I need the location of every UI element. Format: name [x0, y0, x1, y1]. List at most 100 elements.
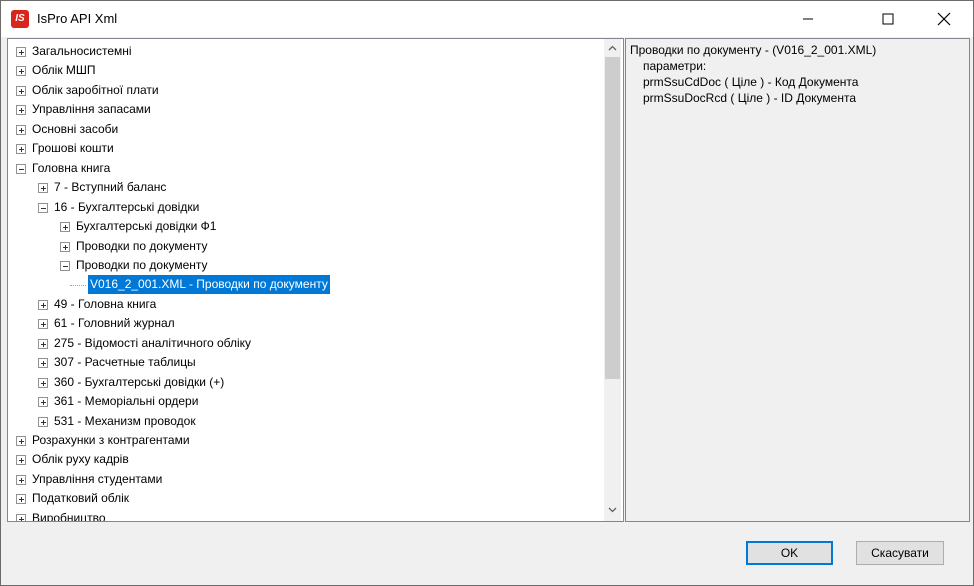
tree-item[interactable]: Проводки по документу	[8, 256, 604, 275]
tree-item-label[interactable]: Управління запасами	[30, 100, 153, 119]
description-params-label: параметри:	[643, 59, 707, 73]
expand-icon[interactable]	[16, 144, 26, 155]
tree-item-label[interactable]: 7 - Вступний баланс	[52, 178, 168, 197]
tree-item-label[interactable]: Бухгалтерські довідки Ф1	[74, 217, 218, 236]
expand-icon[interactable]	[16, 47, 26, 57]
tree-item-label[interactable]: 361 - Меморіальні ордери	[52, 392, 200, 411]
tree-vertical-scrollbar[interactable]	[604, 39, 621, 521]
tree-connector	[70, 285, 86, 287]
collapse-icon[interactable]	[38, 202, 48, 213]
close-button[interactable]	[921, 1, 967, 37]
expand-icon[interactable]	[16, 455, 26, 466]
tree-item[interactable]: 49 - Головна книга	[8, 295, 604, 314]
expand-icon[interactable]	[38, 319, 48, 330]
tree-item-label[interactable]: Проводки по документу	[74, 256, 210, 275]
expand-icon[interactable]	[38, 416, 48, 427]
ok-button[interactable]: OK	[746, 541, 833, 565]
tree-item[interactable]: Управління запасами	[8, 100, 604, 119]
scroll-thumb[interactable]	[605, 57, 620, 379]
expand-icon[interactable]	[38, 338, 48, 349]
tree-item-label[interactable]: 16 - Бухгалтерські довідки	[52, 198, 201, 217]
tree-item[interactable]: Розрахунки з контрагентами	[8, 431, 604, 450]
scroll-down-button[interactable]	[604, 501, 621, 518]
tree-item[interactable]: 16 - Бухгалтерські довідки	[8, 198, 604, 217]
expand-icon[interactable]	[16, 124, 26, 135]
description-panel: Проводки по документу - (V016_2_001.XML)…	[625, 38, 970, 522]
cancel-button[interactable]: Скасувати	[856, 541, 944, 565]
tree-item-label[interactable]: 49 - Головна книга	[52, 295, 158, 314]
collapse-icon[interactable]	[60, 260, 70, 271]
tree-item-label[interactable]: V016_2_001.XML - Проводки по документу	[88, 275, 330, 295]
tree-item-label[interactable]: Загальносистемні	[30, 42, 134, 61]
tree-item[interactable]: Загальносистемні	[8, 42, 604, 61]
expand-icon[interactable]	[60, 222, 70, 233]
chevron-up-icon	[608, 45, 617, 50]
expand-icon[interactable]	[16, 66, 26, 77]
ispro-logo-icon: IS	[11, 10, 29, 28]
tree-item[interactable]: Облік МШП	[8, 61, 604, 80]
tree-item[interactable]: Облік руху кадрів	[8, 450, 604, 469]
close-icon	[937, 12, 951, 26]
tree-item-label[interactable]: Розрахунки з контрагентами	[30, 431, 192, 450]
expand-icon[interactable]	[38, 183, 48, 194]
tree-item-label[interactable]: Облік руху кадрів	[30, 450, 131, 469]
tree-item[interactable]: Облік заробітної плати	[8, 81, 604, 100]
tree-item[interactable]: Бухгалтерські довідки Ф1	[8, 217, 604, 236]
tree-item[interactable]: 275 - Відомості аналітичного обліку	[8, 334, 604, 353]
expand-icon[interactable]	[38, 397, 48, 408]
tree-item-label[interactable]: Облік МШП	[30, 61, 98, 80]
maximize-button[interactable]	[865, 1, 911, 37]
expand-icon[interactable]	[38, 358, 48, 369]
tree-item[interactable]: V016_2_001.XML - Проводки по документу	[8, 275, 604, 295]
minimize-icon	[803, 18, 813, 20]
tree-item-label[interactable]: Грошові кошти	[30, 139, 116, 158]
window-title: IsPro API Xml	[37, 11, 118, 26]
maximize-icon	[882, 13, 894, 25]
tree-item-label[interactable]: Управління студентами	[30, 470, 164, 489]
tree-item[interactable]: 61 - Головний журнал	[8, 314, 604, 333]
tree-item-label[interactable]: 275 - Відомості аналітичного обліку	[52, 334, 253, 353]
tree-item-label[interactable]: Податковий облік	[30, 489, 131, 508]
dialog-window: IS IsPro API Xml Загальносистемні Облік М…	[0, 0, 974, 586]
chevron-down-icon	[608, 507, 617, 512]
tree-item[interactable]: Виробництво	[8, 509, 604, 521]
tree-item-label[interactable]: 307 - Расчетные таблицы	[52, 353, 198, 372]
module-tree[interactable]: Загальносистемні Облік МШП Облік заробітно…	[8, 39, 604, 521]
expand-icon[interactable]	[16, 513, 26, 521]
tree-item[interactable]: Податковий облік	[8, 489, 604, 508]
tree-item-label[interactable]: Головна книга	[30, 159, 112, 178]
expand-icon[interactable]	[16, 474, 26, 485]
expand-icon[interactable]	[38, 377, 48, 388]
expand-icon[interactable]	[16, 436, 26, 446]
description-param: prmSsuCdDoc ( Ціле ) - Код Документа	[643, 75, 859, 89]
tree-item[interactable]: 360 - Бухгалтерські довідки (+)	[8, 373, 604, 392]
tree-item[interactable]: Основні засоби	[8, 120, 604, 139]
expand-icon[interactable]	[60, 241, 70, 252]
module-tree-panel: Загальносистемні Облік МШП Облік заробітно…	[7, 38, 624, 522]
tree-item[interactable]: 531 - Механизм проводок	[8, 412, 604, 431]
description-param: prmSsuDocRcd ( Ціле ) - ID Документа	[643, 91, 857, 105]
expand-icon[interactable]	[16, 85, 26, 96]
scroll-up-button[interactable]	[604, 39, 621, 56]
expand-icon[interactable]	[16, 494, 26, 505]
tree-item-label[interactable]: Основні засоби	[30, 120, 120, 139]
minimize-button[interactable]	[785, 1, 831, 37]
tree-item[interactable]: 307 - Расчетные таблицы	[8, 353, 604, 372]
title-bar[interactable]: IS IsPro API Xml	[1, 1, 973, 37]
tree-item-label[interactable]: 360 - Бухгалтерські довідки (+)	[52, 373, 226, 392]
collapse-icon[interactable]	[16, 163, 26, 174]
tree-item[interactable]: Управління студентами	[8, 470, 604, 489]
expand-icon[interactable]	[38, 299, 48, 310]
tree-item[interactable]: Грошові кошти	[8, 139, 604, 158]
tree-item[interactable]: 7 - Вступний баланс	[8, 178, 604, 197]
tree-item-label[interactable]: Проводки по документу	[74, 237, 210, 256]
description-title: Проводки по документу - (V016_2_001.XML)	[630, 43, 877, 57]
expand-icon[interactable]	[16, 105, 26, 116]
tree-item[interactable]: Проводки по документу	[8, 237, 604, 256]
tree-item[interactable]: Головна книга	[8, 159, 604, 178]
tree-item-label[interactable]: 531 - Механизм проводок	[52, 412, 198, 431]
tree-item[interactable]: 361 - Меморіальні ордери	[8, 392, 604, 411]
tree-item-label[interactable]: Облік заробітної плати	[30, 81, 161, 100]
tree-item-label[interactable]: 61 - Головний журнал	[52, 314, 177, 333]
tree-item-label[interactable]: Виробництво	[30, 509, 108, 521]
